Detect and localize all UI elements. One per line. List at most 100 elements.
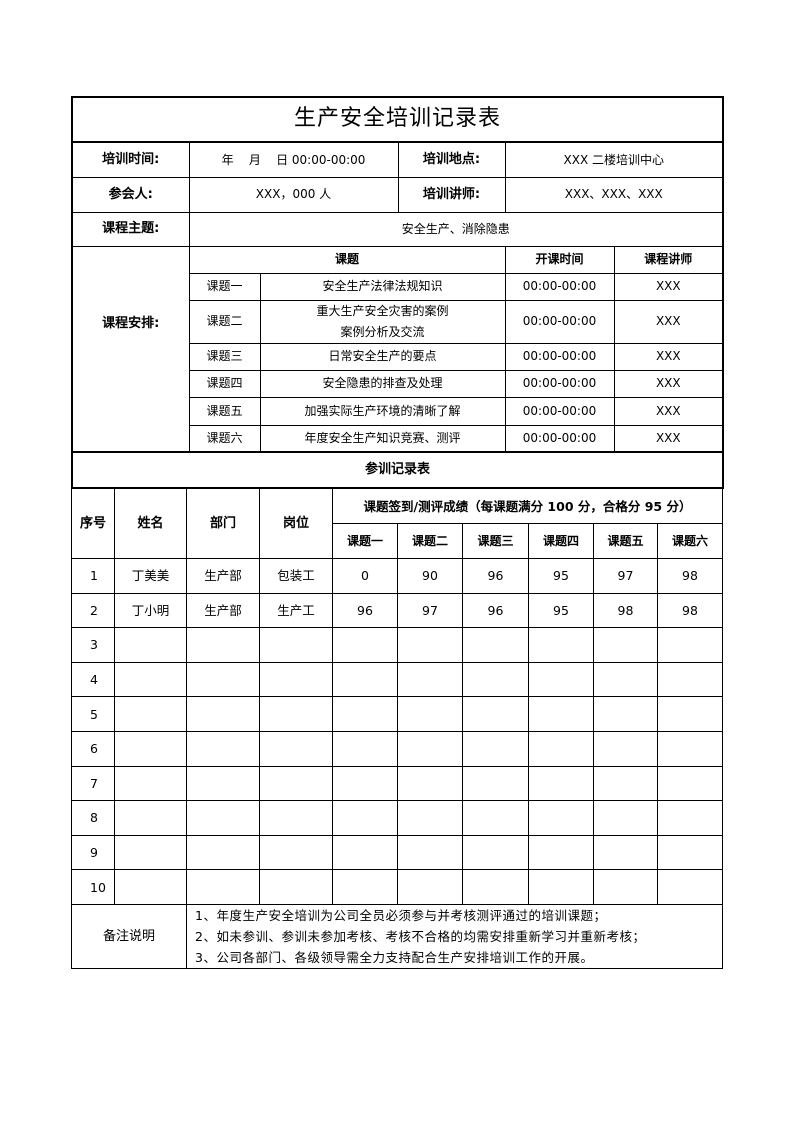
- row-score-topic-6[interactable]: [657, 730, 723, 767]
- row-score-topic-6[interactable]: [657, 627, 723, 663]
- schedule-topic[interactable]: 重大生产安全灾害的案例 案例分析及交流: [259, 299, 506, 344]
- row-score-topic-1[interactable]: [332, 627, 398, 663]
- row-name[interactable]: [114, 834, 187, 871]
- row-post[interactable]: [259, 765, 333, 802]
- row-score-topic-1[interactable]: [332, 730, 398, 767]
- row-score-topic-5[interactable]: 98: [593, 592, 658, 629]
- row-score-topic-4[interactable]: [528, 869, 594, 905]
- row-score-topic-5[interactable]: [593, 696, 658, 732]
- row-dept[interactable]: [186, 834, 260, 871]
- row-post[interactable]: [259, 661, 333, 698]
- row-score-topic-1[interactable]: [332, 800, 398, 836]
- location-value[interactable]: XXX 二楼培训中心: [504, 141, 725, 178]
- row-name[interactable]: [114, 627, 187, 663]
- row-score-topic-5[interactable]: [593, 800, 658, 836]
- row-score-topic-3[interactable]: 96: [462, 592, 529, 629]
- instructor-value[interactable]: XXX、XXX、XXX: [504, 176, 725, 213]
- schedule-teacher[interactable]: XXX: [613, 424, 725, 453]
- row-post[interactable]: [259, 696, 333, 732]
- row-score-topic-1[interactable]: [332, 834, 398, 871]
- row-score-topic-3[interactable]: [462, 627, 529, 663]
- row-score-topic-2[interactable]: [397, 661, 463, 698]
- row-name[interactable]: 丁美美: [114, 558, 187, 594]
- row-score-topic-2[interactable]: [397, 869, 463, 905]
- schedule-topic[interactable]: 年度安全生产知识竞赛、测评: [259, 424, 506, 453]
- schedule-time[interactable]: 00:00-00:00: [504, 369, 615, 398]
- schedule-time[interactable]: 00:00-00:00: [504, 299, 615, 344]
- row-score-topic-6[interactable]: [657, 661, 723, 698]
- schedule-teacher[interactable]: XXX: [613, 369, 725, 398]
- row-score-topic-6[interactable]: [657, 765, 723, 802]
- schedule-topic[interactable]: 安全生产法律法规知识: [259, 272, 506, 301]
- row-score-topic-4[interactable]: [528, 800, 594, 836]
- row-score-topic-3[interactable]: [462, 661, 529, 698]
- row-score-topic-5[interactable]: [593, 627, 658, 663]
- row-dept[interactable]: 生产部: [186, 592, 260, 629]
- row-post[interactable]: [259, 627, 333, 663]
- row-post[interactable]: [259, 834, 333, 871]
- training-time-value[interactable]: 年 月 日 00:00-00:00: [188, 141, 399, 178]
- row-name[interactable]: 丁小明: [114, 592, 187, 629]
- row-score-topic-1[interactable]: [332, 696, 398, 732]
- row-post[interactable]: [259, 869, 333, 905]
- row-name[interactable]: [114, 730, 187, 767]
- row-score-topic-2[interactable]: [397, 730, 463, 767]
- row-score-topic-2[interactable]: 90: [397, 558, 463, 594]
- row-score-topic-3[interactable]: [462, 800, 529, 836]
- schedule-teacher[interactable]: XXX: [613, 396, 725, 426]
- row-score-topic-1[interactable]: [332, 661, 398, 698]
- row-score-topic-2[interactable]: [397, 834, 463, 871]
- row-score-topic-3[interactable]: [462, 696, 529, 732]
- row-score-topic-2[interactable]: [397, 765, 463, 802]
- row-dept[interactable]: [186, 765, 260, 802]
- row-dept[interactable]: [186, 696, 260, 732]
- row-score-topic-4[interactable]: [528, 765, 594, 802]
- attendees-value[interactable]: XXX，000 人: [188, 176, 399, 213]
- row-dept[interactable]: 生产部: [186, 558, 260, 594]
- schedule-teacher[interactable]: XXX: [613, 272, 725, 301]
- row-score-topic-4[interactable]: 95: [528, 592, 594, 629]
- row-score-topic-1[interactable]: 96: [332, 592, 398, 629]
- schedule-topic[interactable]: 日常安全生产的要点: [259, 342, 506, 371]
- row-name[interactable]: [114, 800, 187, 836]
- schedule-time[interactable]: 00:00-00:00: [504, 342, 615, 371]
- schedule-topic[interactable]: 加强实际生产环境的清晰了解: [259, 396, 506, 426]
- row-score-topic-3[interactable]: [462, 834, 529, 871]
- row-post[interactable]: 包装工: [259, 558, 333, 594]
- row-score-topic-6[interactable]: [657, 696, 723, 732]
- row-post[interactable]: [259, 800, 333, 836]
- row-score-topic-2[interactable]: [397, 800, 463, 836]
- row-score-topic-6[interactable]: 98: [657, 592, 723, 629]
- row-score-topic-4[interactable]: [528, 730, 594, 767]
- row-score-topic-6[interactable]: [657, 834, 723, 871]
- row-score-topic-6[interactable]: [657, 800, 723, 836]
- schedule-teacher[interactable]: XXX: [613, 342, 725, 371]
- row-score-topic-1[interactable]: [332, 765, 398, 802]
- row-dept[interactable]: [186, 869, 260, 905]
- row-dept[interactable]: [186, 800, 260, 836]
- row-score-topic-3[interactable]: [462, 869, 529, 905]
- row-dept[interactable]: [186, 730, 260, 767]
- row-score-topic-2[interactable]: [397, 696, 463, 732]
- schedule-teacher[interactable]: XXX: [613, 299, 725, 344]
- row-score-topic-6[interactable]: [657, 869, 723, 905]
- schedule-time[interactable]: 00:00-00:00: [504, 396, 615, 426]
- row-score-topic-4[interactable]: [528, 696, 594, 732]
- row-score-topic-4[interactable]: [528, 627, 594, 663]
- row-score-topic-4[interactable]: 95: [528, 558, 594, 594]
- row-name[interactable]: [114, 661, 187, 698]
- row-score-topic-3[interactable]: 96: [462, 558, 529, 594]
- row-score-topic-5[interactable]: 97: [593, 558, 658, 594]
- row-score-topic-5[interactable]: [593, 765, 658, 802]
- row-score-topic-2[interactable]: 97: [397, 592, 463, 629]
- row-score-topic-1[interactable]: 0: [332, 558, 398, 594]
- row-name[interactable]: [114, 696, 187, 732]
- row-score-topic-3[interactable]: [462, 765, 529, 802]
- row-name[interactable]: [114, 765, 187, 802]
- row-score-topic-4[interactable]: [528, 834, 594, 871]
- schedule-time[interactable]: 00:00-00:00: [504, 424, 615, 453]
- row-score-topic-5[interactable]: [593, 730, 658, 767]
- schedule-topic[interactable]: 安全隐患的排查及处理: [259, 369, 506, 398]
- theme-value[interactable]: 安全生产、消除隐患: [188, 211, 725, 247]
- row-score-topic-5[interactable]: [593, 661, 658, 698]
